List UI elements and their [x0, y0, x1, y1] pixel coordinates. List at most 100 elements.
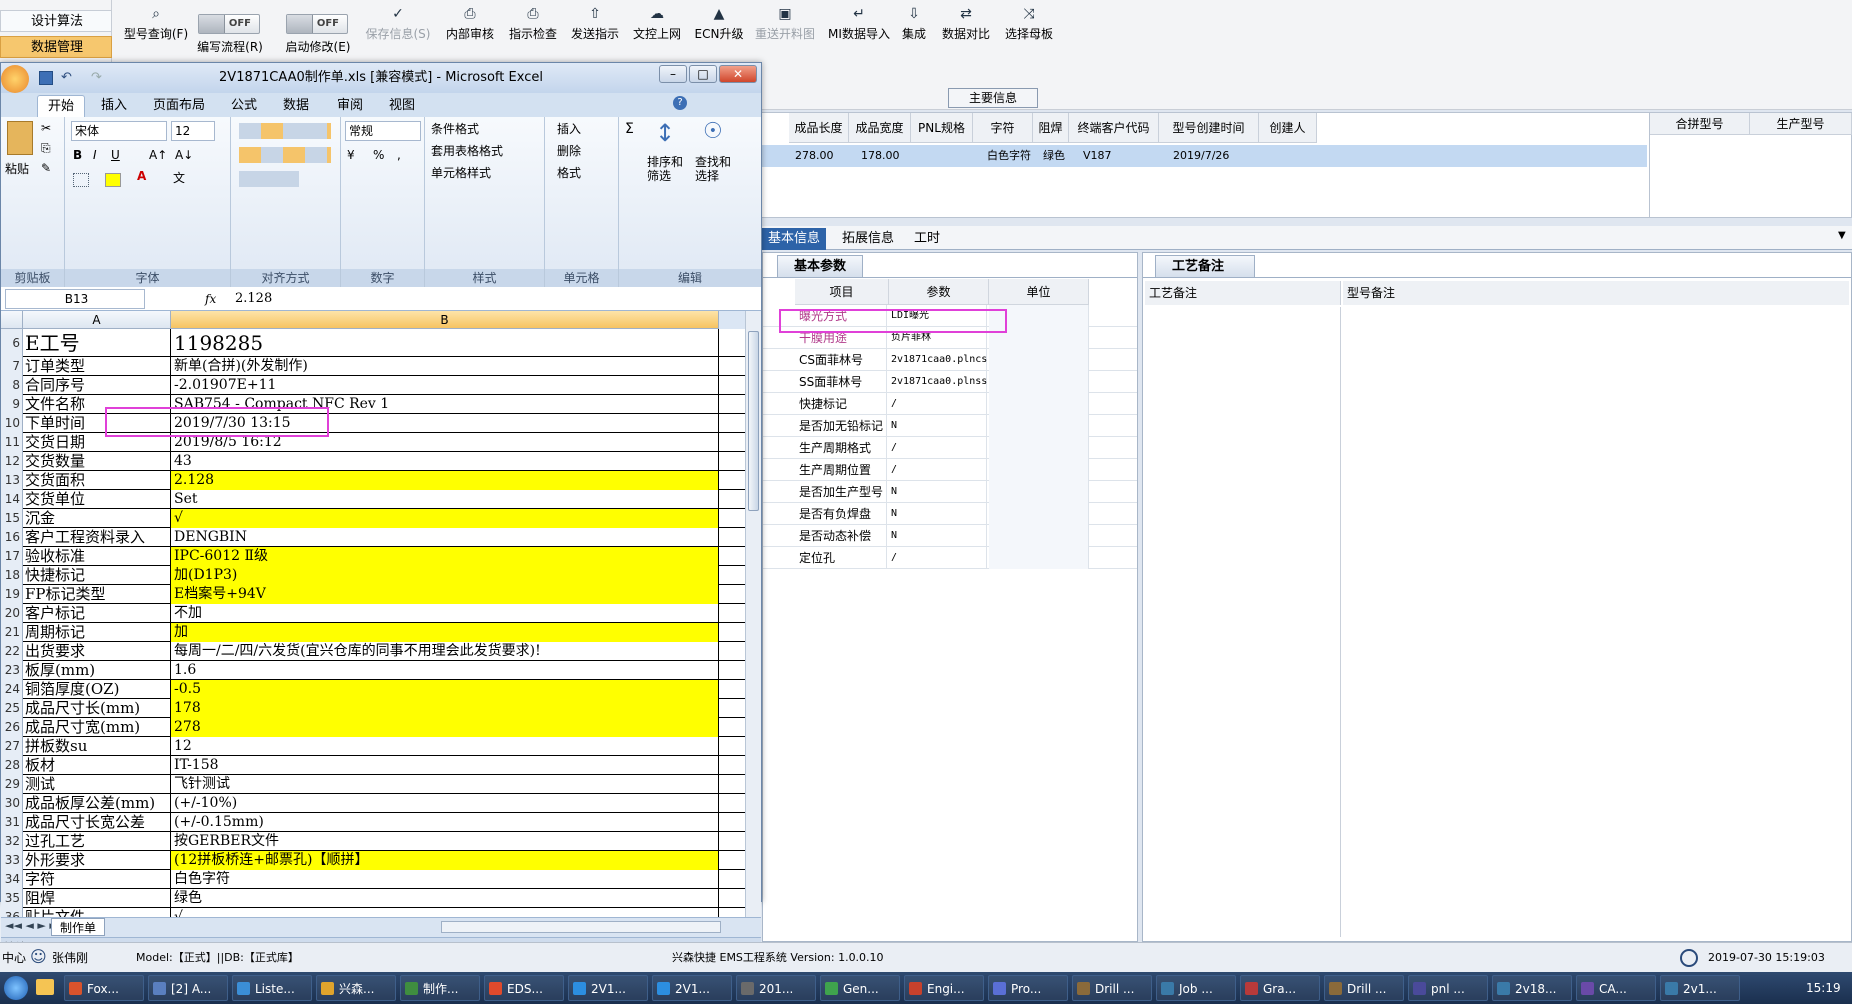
col-header[interactable]: 终端客户代码 — [1069, 113, 1159, 143]
sheet-row[interactable]: 14 交货单位 Set — [1, 490, 745, 509]
vertical-align-buttons[interactable] — [239, 123, 331, 139]
cell-b[interactable]: -2.01907E+11 — [171, 376, 719, 395]
cell-b[interactable]: E档案号+94V — [171, 585, 719, 604]
sheet-row[interactable]: 16 客户工程资料录入 DENGBIN — [1, 528, 745, 547]
tab-work-hours[interactable]: 工时 — [908, 228, 946, 250]
cell-b[interactable]: √ — [171, 509, 719, 528]
italic-button[interactable]: I — [93, 145, 97, 165]
cell-b[interactable]: 每周一/二/四/六发货(宜兴仓库的同事不用理会此发货要求)! — [171, 642, 719, 661]
tab-data[interactable]: 数据 — [273, 95, 319, 117]
sheet-row[interactable]: 19 FP标记类型 E档案号+94V — [1, 585, 745, 604]
tab-view[interactable]: 视图 — [379, 95, 425, 117]
process-note-area[interactable] — [1145, 307, 1341, 937]
minimize-button[interactable]: – — [659, 65, 687, 83]
row-number[interactable]: 29 — [1, 775, 23, 794]
send-instruction-button[interactable]: ⇧ 发送指示 — [568, 4, 622, 60]
cut-icon[interactable]: ✂ — [41, 121, 51, 135]
paste-label[interactable]: 粘贴 — [5, 159, 29, 179]
cell-b[interactable]: 不加 — [171, 604, 719, 623]
sheet-row[interactable]: 24 铜箔厚度(OZ) -0.5 — [1, 680, 745, 699]
row-number[interactable]: 17 — [1, 547, 23, 566]
cell-b[interactable]: 43 — [171, 452, 719, 471]
reissue-cutting-button[interactable]: ▣ 重送开料图 — [752, 4, 818, 60]
cell-b[interactable]: 1.6 — [171, 661, 719, 680]
sheet-row[interactable]: 36 贴片文件 √ — [1, 908, 745, 917]
row-number[interactable]: 24 — [1, 680, 23, 699]
sort-filter-button[interactable]: 排序和筛选 — [647, 155, 687, 185]
row-number[interactable]: 15 — [1, 509, 23, 528]
explorer-icon[interactable] — [36, 979, 54, 995]
taskbar-item[interactable]: Drill ... — [1324, 975, 1404, 1001]
cell-b[interactable]: 白色字符 — [171, 870, 719, 889]
table-row[interactable]: SS面菲林号 2v1871caa0.plnss — [763, 371, 1137, 393]
cell-a[interactable]: 板厚(mm) — [23, 661, 171, 680]
sheet-row[interactable]: 8 合同序号 -2.01907E+11 — [1, 376, 745, 395]
sheet-tab[interactable]: 制作单 — [51, 918, 106, 936]
shrink-font-icon[interactable]: A↓ — [175, 145, 193, 165]
sheet-row[interactable]: 31 成品尺寸长宽公差 (+/-0.15mm) — [1, 813, 745, 832]
font-color-icon[interactable]: A — [137, 169, 146, 183]
row-number[interactable]: 35 — [1, 889, 23, 908]
horizontal-align-buttons[interactable] — [239, 147, 331, 163]
table-row[interactable]: 生产周期格式 / — [763, 437, 1137, 459]
sheet-row[interactable]: 21 周期标记加 — [1, 623, 745, 642]
taskbar-item[interactable]: [2] A... — [148, 975, 228, 1001]
write-flow-toggle[interactable]: OFF — [198, 14, 260, 34]
cell-b[interactable]: IPC-6012 Ⅱ级 — [171, 547, 719, 566]
table-row[interactable]: 是否加生产型号 N — [763, 481, 1137, 503]
sheet-row[interactable]: 22 出货要求 每周一/二/四/六发货(宜兴仓库的同事不用理会此发货要求)! — [1, 642, 745, 661]
row-number[interactable]: 36 — [1, 908, 23, 917]
cell-b[interactable]: 加 — [171, 623, 719, 642]
sheet-row[interactable]: 34 字符 白色字符 — [1, 870, 745, 889]
binoculars-icon[interactable]: ☉ — [703, 119, 723, 144]
row-number[interactable]: 12 — [1, 452, 23, 471]
row-number[interactable]: 11 — [1, 433, 23, 452]
select-master-button[interactable]: ⤨ 选择母板 — [1002, 4, 1056, 60]
cell-b[interactable]: (12拼板桥连+邮票孔)【顺拼】 — [171, 851, 719, 870]
select-all-corner[interactable] — [1, 311, 23, 329]
cell-b[interactable]: -0.5 — [171, 680, 719, 699]
fx-icon[interactable]: fx — [205, 289, 216, 309]
font-select[interactable]: 宋体 — [71, 121, 167, 141]
row-number[interactable]: 27 — [1, 737, 23, 756]
sheet-row[interactable]: 23 板厚(mm) 1.6 — [1, 661, 745, 680]
row-number[interactable]: 10 — [1, 414, 23, 433]
indent-buttons[interactable] — [239, 171, 299, 187]
cell-a[interactable]: 字符 — [23, 870, 171, 889]
row-number[interactable]: 28 — [1, 756, 23, 775]
cell-a[interactable]: 成品尺寸宽(mm) — [23, 718, 171, 737]
cell-b[interactable]: Set — [171, 490, 719, 509]
ecn-upgrade-button[interactable]: ▲ ECN升级 — [692, 4, 746, 60]
cell-a[interactable]: 交货面积 — [23, 471, 171, 490]
sheet-row[interactable]: 25 成品尺寸长(mm) 178 — [1, 699, 745, 718]
taskbar-item[interactable]: EDS... — [484, 975, 564, 1001]
sheet-row[interactable]: 12 交货数量 43 — [1, 452, 745, 471]
row-number[interactable]: 32 — [1, 832, 23, 851]
sheet-row[interactable]: 35 阻焊 绿色 — [1, 889, 745, 908]
model-note-area[interactable] — [1343, 307, 1849, 937]
taskbar-item[interactable]: Drill ... — [1072, 975, 1152, 1001]
cell-b[interactable]: IT-158 — [171, 756, 719, 775]
conditional-format-button[interactable]: 条件格式 — [431, 119, 479, 139]
taskbar-item[interactable]: pnl ... — [1408, 975, 1488, 1001]
taskbar-item[interactable]: Liste... — [232, 975, 312, 1001]
sheet-row[interactable]: 28 板材 IT-158 — [1, 756, 745, 775]
bold-button[interactable]: B — [73, 145, 82, 165]
cell-a[interactable]: 交货单位 — [23, 490, 171, 509]
row-number[interactable]: 21 — [1, 623, 23, 642]
col-header-b[interactable]: B — [171, 311, 719, 329]
redo-icon[interactable]: ↷ — [91, 63, 102, 93]
row-number[interactable]: 7 — [1, 357, 23, 376]
taskbar-item[interactable]: 2v18... — [1492, 975, 1572, 1001]
cell-b[interactable]: 加(D1P3) — [171, 566, 719, 585]
start-button[interactable] — [4, 976, 28, 1000]
taskbar-item[interactable]: CA... — [1576, 975, 1656, 1001]
menu-data-management[interactable]: 数据管理 — [0, 36, 112, 58]
autosum-icon[interactable]: Σ — [625, 119, 634, 139]
cell-a[interactable]: 订单类型 — [23, 357, 171, 376]
taskbar-item[interactable]: Fox... — [64, 975, 144, 1001]
taskbar-item[interactable]: 2v1... — [1660, 975, 1740, 1001]
model-query-button[interactable]: ⌕ 型号查询(F) — [116, 4, 196, 60]
cell-b[interactable]: 178 — [171, 699, 719, 718]
find-select-button[interactable]: 查找和选择 — [695, 155, 735, 185]
